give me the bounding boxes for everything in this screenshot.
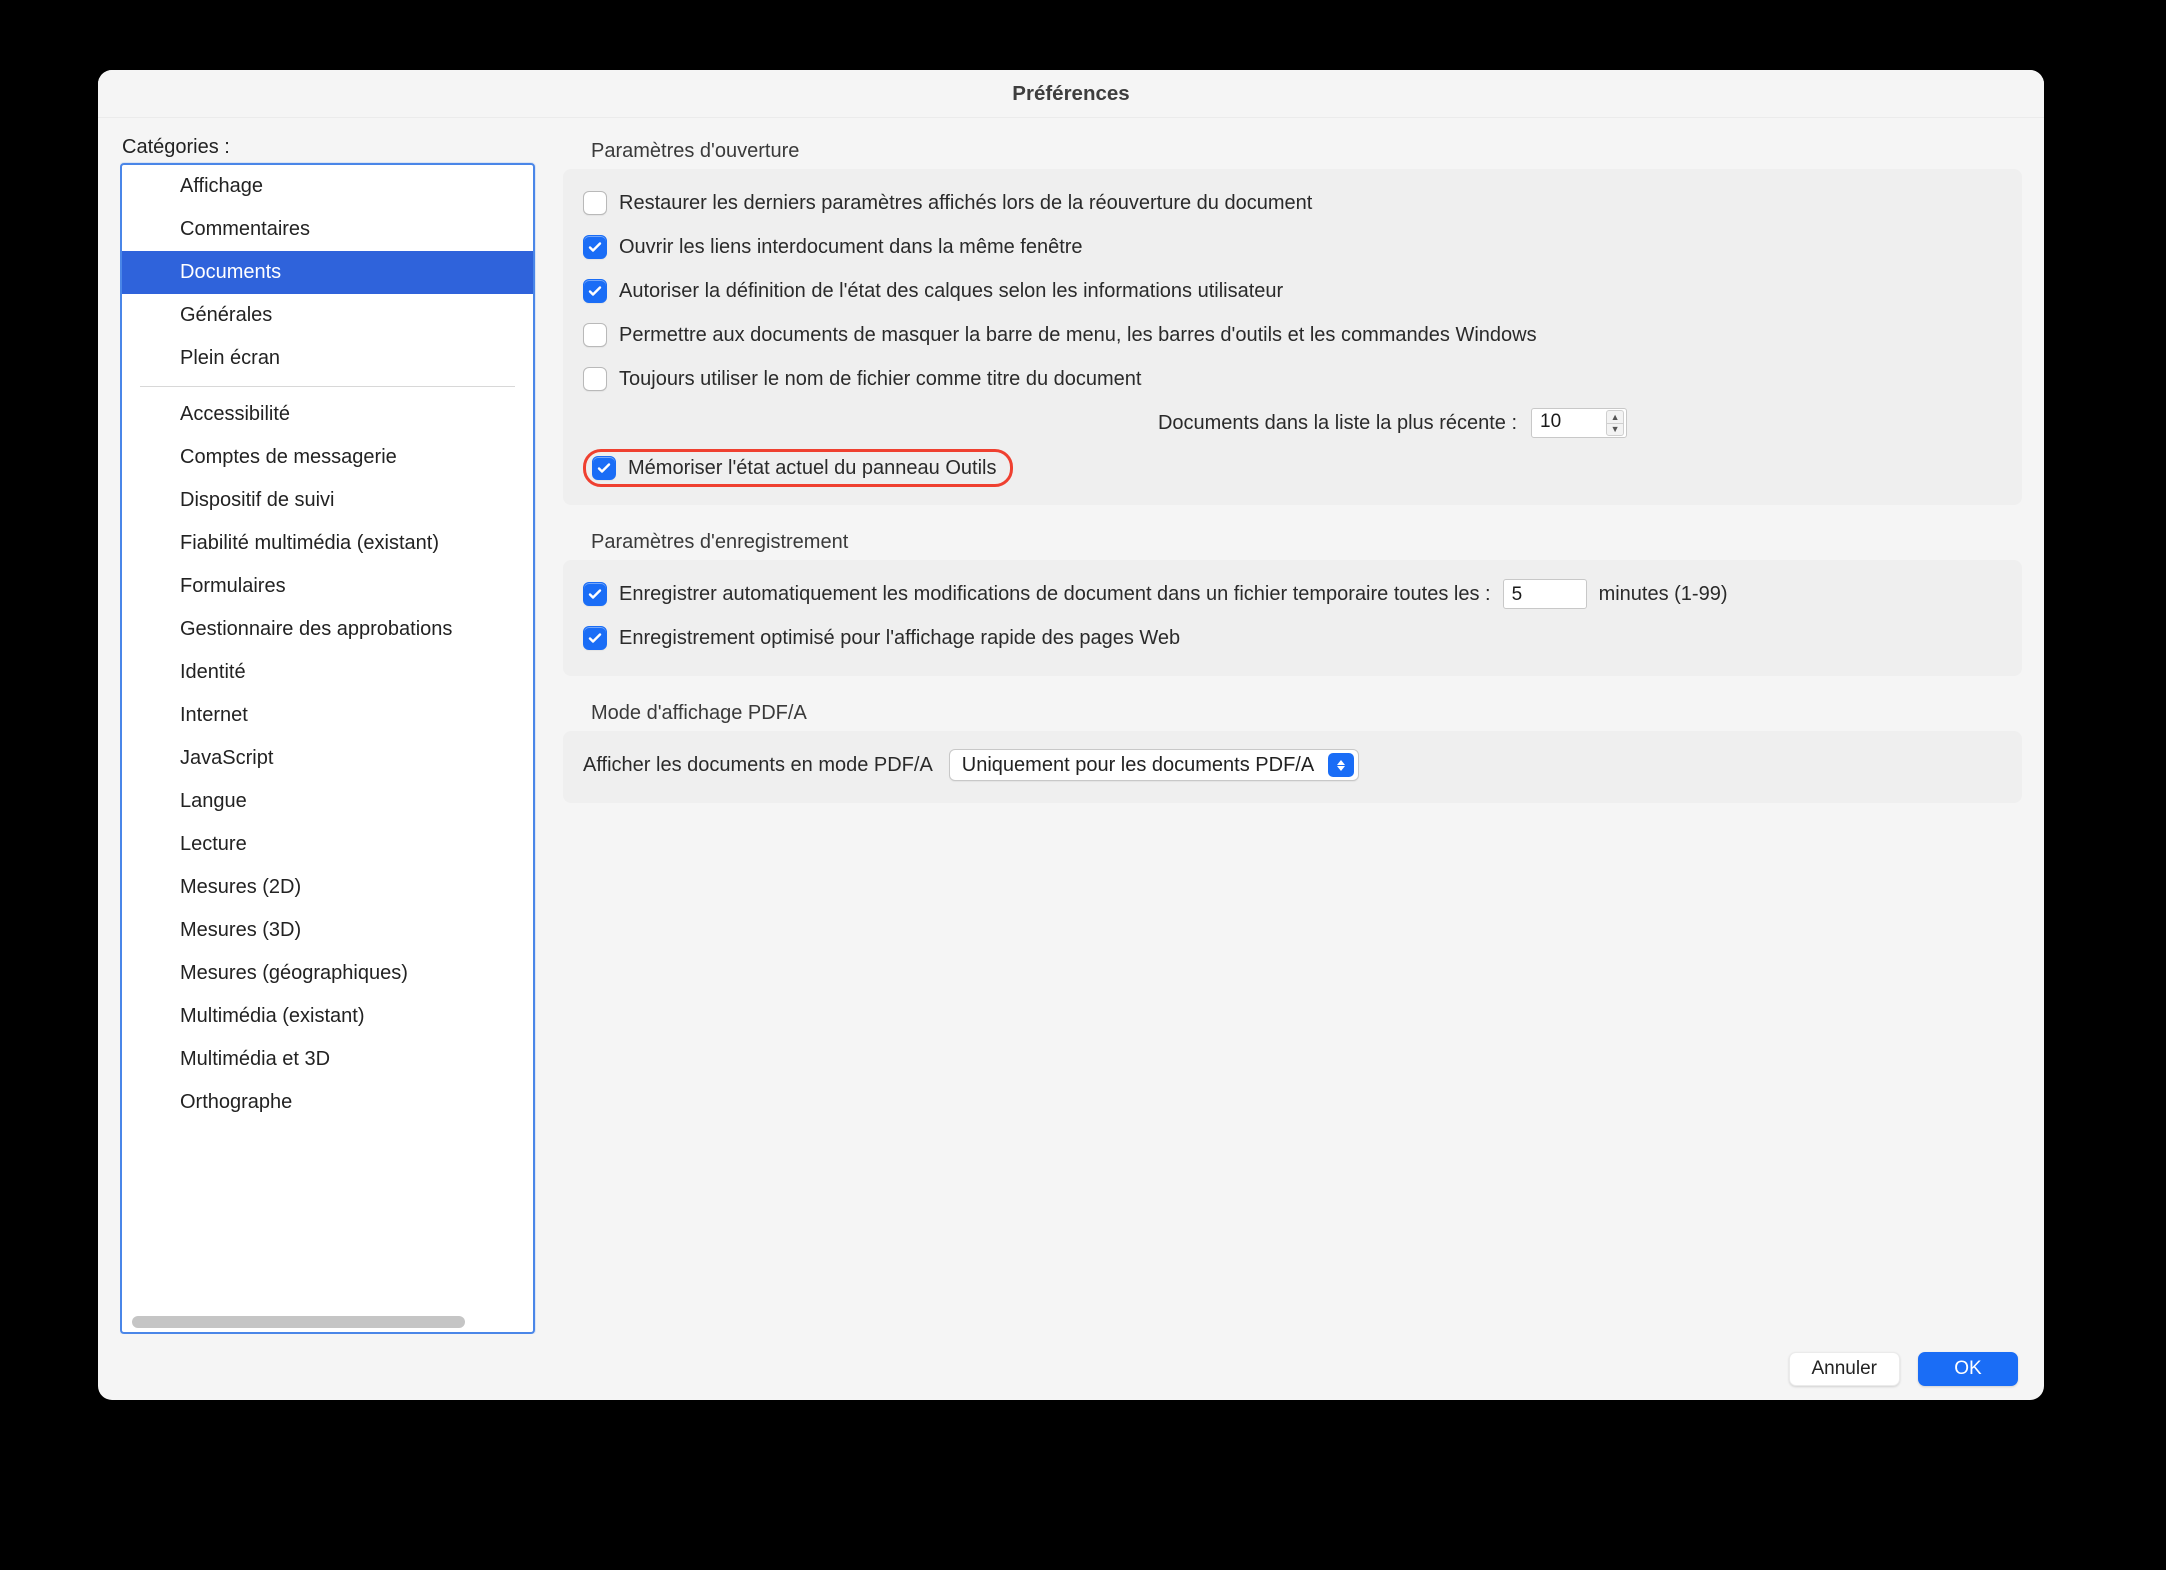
category-item[interactable]: Générales: [122, 294, 533, 337]
open-crossdoc-links-checkbox[interactable]: [583, 235, 607, 259]
categories-listbox[interactable]: AffichageCommentairesDocumentsGénéralesP…: [120, 163, 535, 1334]
chevron-down-icon[interactable]: ▼: [1606, 423, 1624, 437]
open-settings-group: Restaurer les derniers paramètres affich…: [563, 169, 2022, 505]
category-item[interactable]: Accessibilité: [122, 393, 533, 436]
category-item[interactable]: Dispositif de suivi: [122, 479, 533, 522]
category-item[interactable]: Mesures (2D): [122, 866, 533, 909]
remember-tools-pane-checkbox[interactable]: [592, 456, 616, 480]
sidebar: Catégories : AffichageCommentairesDocume…: [120, 136, 535, 1334]
allow-hide-menubar-label: Permettre aux documents de masquer la ba…: [619, 324, 1537, 347]
titlebar: Préférences: [98, 70, 2044, 118]
save-settings-heading: Paramètres d'enregistrement: [591, 531, 2022, 554]
pdfa-mode-value: Uniquement pour les documents PDF/A: [962, 754, 1318, 777]
save-settings-group: Enregistrer automatiquement les modifica…: [563, 560, 2022, 676]
category-item[interactable]: Fiabilité multimédia (existant): [122, 522, 533, 565]
filename-as-title-label: Toujours utiliser le nom de fichier comm…: [619, 368, 1141, 391]
category-item[interactable]: Gestionnaire des approbations: [122, 608, 533, 651]
cancel-button[interactable]: Annuler: [1789, 1352, 1901, 1386]
stepper-buttons[interactable]: ▲ ▼: [1606, 410, 1624, 436]
horizontal-scrollbar[interactable]: [132, 1316, 519, 1328]
content-area: Catégories : AffichageCommentairesDocume…: [98, 118, 2044, 1400]
restore-last-settings-checkbox[interactable]: [583, 191, 607, 215]
filename-as-title-checkbox[interactable]: [583, 367, 607, 391]
recent-docs-value: 10: [1540, 411, 1561, 432]
category-item[interactable]: Affichage: [122, 165, 533, 208]
main-area: Catégories : AffichageCommentairesDocume…: [120, 136, 2022, 1334]
preferences-window: Préférences Catégories : AffichageCommen…: [98, 70, 2044, 1400]
restore-last-settings-label: Restaurer les derniers paramètres affich…: [619, 192, 1312, 215]
category-item[interactable]: Commentaires: [122, 208, 533, 251]
chevron-up-icon[interactable]: ▲: [1606, 410, 1624, 423]
autosave-label: Enregistrer automatiquement les modifica…: [619, 583, 1491, 606]
window-title: Préférences: [1012, 82, 1129, 106]
category-item[interactable]: Orthographe: [122, 1081, 533, 1124]
settings-panel: Paramètres d'ouverture Restaurer les der…: [563, 136, 2022, 1334]
pdfa-mode-label: Afficher les documents en mode PDF/A: [583, 754, 933, 777]
allow-hide-menubar-checkbox[interactable]: [583, 323, 607, 347]
remember-tools-pane-label: Mémoriser l'état actuel du panneau Outil…: [628, 457, 996, 480]
open-settings-heading: Paramètres d'ouverture: [591, 140, 2022, 163]
category-item[interactable]: Langue: [122, 780, 533, 823]
autosave-minutes-unit: minutes (1-99): [1599, 583, 1728, 606]
dialog-footer: Annuler OK: [120, 1334, 2022, 1386]
autosave-minutes-input[interactable]: 5: [1503, 579, 1587, 609]
category-item[interactable]: Mesures (géographiques): [122, 952, 533, 995]
recent-docs-label: Documents dans la liste la plus récente …: [1158, 412, 1517, 435]
category-item[interactable]: Multimédia (existant): [122, 995, 533, 1038]
recent-docs-stepper[interactable]: 10 ▲ ▼: [1531, 408, 1627, 438]
category-item[interactable]: Plein écran: [122, 337, 533, 380]
categories-label: Catégories :: [120, 136, 535, 159]
category-item[interactable]: Mesures (3D): [122, 909, 533, 952]
select-caret-icon: [1328, 753, 1354, 777]
pdfa-mode-select[interactable]: Uniquement pour les documents PDF/A: [949, 749, 1359, 781]
category-item[interactable]: Lecture: [122, 823, 533, 866]
category-item[interactable]: Documents: [122, 251, 533, 294]
pdfa-heading: Mode d'affichage PDF/A: [591, 702, 2022, 725]
allow-layer-state-label: Autoriser la définition de l'état des ca…: [619, 280, 1283, 303]
category-item[interactable]: Formulaires: [122, 565, 533, 608]
fast-web-view-checkbox[interactable]: [583, 626, 607, 650]
category-item[interactable]: Identité: [122, 651, 533, 694]
pdfa-group: Afficher les documents en mode PDF/A Uni…: [563, 731, 2022, 803]
category-item[interactable]: Multimédia et 3D: [122, 1038, 533, 1081]
autosave-checkbox[interactable]: [583, 582, 607, 606]
category-item[interactable]: Internet: [122, 694, 533, 737]
category-item[interactable]: Comptes de messagerie: [122, 436, 533, 479]
category-item[interactable]: JavaScript: [122, 737, 533, 780]
highlight-annotation: Mémoriser l'état actuel du panneau Outil…: [583, 449, 1013, 487]
ok-button[interactable]: OK: [1918, 1352, 2018, 1386]
open-crossdoc-links-label: Ouvrir les liens interdocument dans la m…: [619, 236, 1083, 259]
allow-layer-state-checkbox[interactable]: [583, 279, 607, 303]
fast-web-view-label: Enregistrement optimisé pour l'affichage…: [619, 627, 1180, 650]
